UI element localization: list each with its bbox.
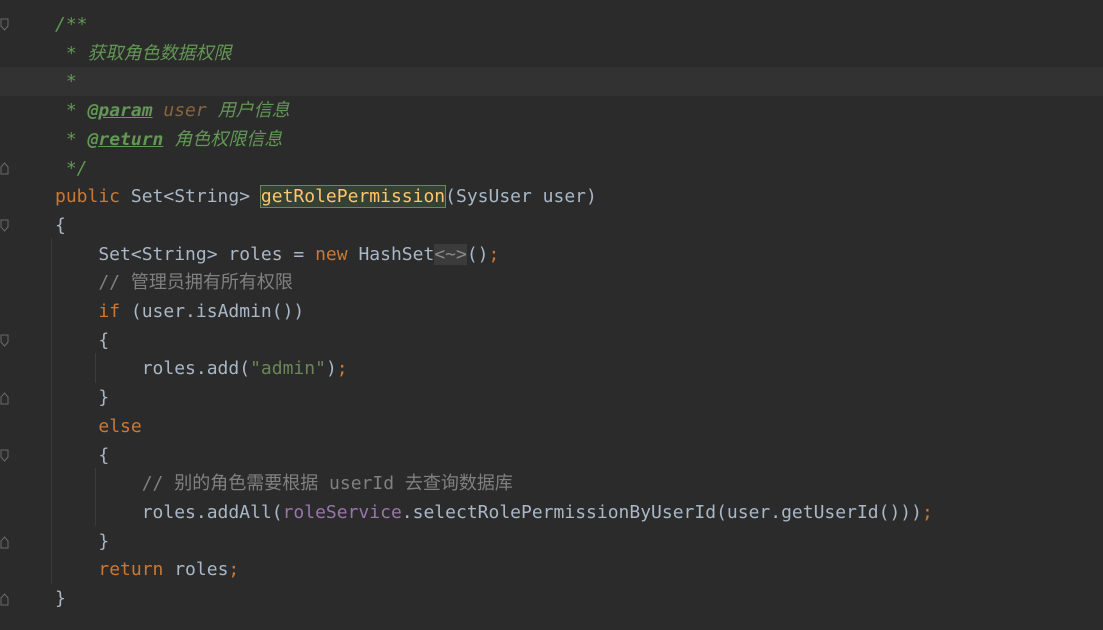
code-token: Set<String> roles = <box>55 243 316 265</box>
code-token: } <box>55 530 110 552</box>
code-line[interactable]: { <box>55 326 109 355</box>
code-token: new <box>315 243 359 265</box>
code-line[interactable]: return roles; <box>55 555 239 584</box>
code-token: <~> <box>434 243 467 265</box>
code-token: 用户信息 <box>206 100 290 122</box>
code-token: * <box>55 128 88 150</box>
code-token: getRolePermission <box>259 185 447 209</box>
code-editor[interactable]: /** * 获取角色数据权限 * * @param user 用户信息 * @r… <box>0 0 1103 630</box>
code-line[interactable]: else <box>55 412 142 441</box>
code-line[interactable]: * @return 角色权限信息 <box>55 125 282 154</box>
code-token: * <box>55 71 77 93</box>
code-token: return <box>98 559 175 581</box>
fold-expand-icon[interactable] <box>0 161 9 175</box>
code-line[interactable]: /** <box>55 10 88 39</box>
code-line[interactable]: { <box>55 441 109 470</box>
indent-guide <box>51 238 52 584</box>
code-line[interactable]: roles.add("admin"); <box>55 354 348 383</box>
code-line[interactable]: * <box>55 67 77 96</box>
code-token: { <box>55 214 66 236</box>
code-line[interactable]: */ <box>55 154 88 183</box>
code-line[interactable]: * @param user 用户信息 <box>55 96 290 125</box>
code-line[interactable]: public Set<String> getRolePermission(Sys… <box>55 182 597 211</box>
code-token: roles <box>174 559 229 581</box>
code-token: ; <box>488 243 500 265</box>
code-token: { <box>55 444 110 466</box>
fold-collapse-icon[interactable] <box>0 18 9 32</box>
fold-expand-icon[interactable] <box>0 535 9 549</box>
code-token: * 获取角色数据权限 <box>55 42 232 64</box>
code-token: } <box>55 387 110 409</box>
fold-collapse-icon[interactable] <box>0 334 9 348</box>
code-token: (SysUser user) <box>445 186 597 208</box>
fold-expand-icon[interactable] <box>0 592 9 606</box>
code-line[interactable]: } <box>55 383 109 412</box>
code-token: // 别的角色需要根据 userId 去查询数据库 <box>55 473 513 495</box>
code-token: @param <box>87 100 153 122</box>
code-token: ; <box>336 358 348 380</box>
code-line[interactable]: Set<String> roles = new HashSet<~>(); <box>55 240 499 269</box>
code-token: "admin" <box>250 358 326 380</box>
code-token: user <box>152 100 207 122</box>
code-line[interactable]: } <box>55 527 109 556</box>
code-token: public <box>55 186 131 208</box>
code-token: () <box>466 243 489 265</box>
code-token: { <box>55 329 110 351</box>
code-token: roles.addAll( <box>55 501 283 523</box>
code-token: } <box>55 588 66 609</box>
code-token: // 管理员拥有所有权限 <box>55 272 293 294</box>
code-token: else <box>98 415 142 437</box>
code-line[interactable]: roles.addAll(roleService.selectRolePermi… <box>55 498 933 527</box>
code-token: 角色权限信息 <box>163 128 283 150</box>
code-token: Set<String> <box>130 186 261 208</box>
fold-gutter <box>0 0 14 630</box>
code-token: .selectRolePermissionByUserId(user.getUs… <box>401 501 922 523</box>
code-token: * <box>55 100 88 122</box>
code-token: @return <box>87 128 164 150</box>
code-token: roleService <box>282 501 402 523</box>
code-token: if <box>98 301 131 322</box>
code-line[interactable]: { <box>55 211 66 240</box>
fold-collapse-icon[interactable] <box>0 449 9 463</box>
code-line[interactable]: * 获取角色数据权限 <box>55 39 232 68</box>
code-token: roles.add( <box>55 358 251 380</box>
code-line[interactable]: // 管理员拥有所有权限 <box>55 268 293 297</box>
code-token: ) <box>325 358 337 380</box>
fold-collapse-icon[interactable] <box>0 219 9 233</box>
code-token: /** <box>55 14 88 35</box>
code-token: HashSet <box>358 243 435 265</box>
code-line[interactable]: // 别的角色需要根据 userId 去查询数据库 <box>55 469 513 498</box>
code-line[interactable]: if (user.isAdmin()) <box>55 297 304 326</box>
code-line[interactable]: } <box>55 584 66 613</box>
code-token: ; <box>921 501 933 523</box>
code-token: ; <box>228 559 240 581</box>
current-line-highlight <box>0 67 1103 96</box>
code-token: */ <box>55 157 88 179</box>
fold-expand-icon[interactable] <box>0 391 9 405</box>
code-token: (user.isAdmin()) <box>130 301 305 322</box>
